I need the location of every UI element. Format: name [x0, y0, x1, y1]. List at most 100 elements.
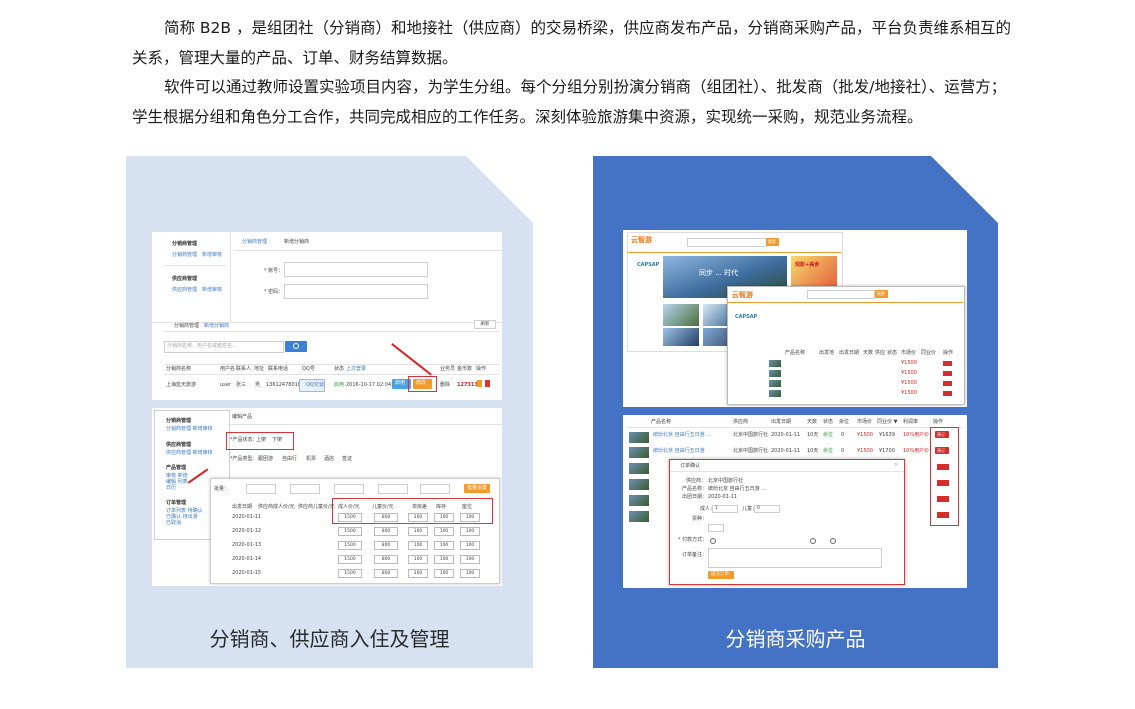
qq-chat-button[interactable]: QQ交谈	[299, 379, 325, 392]
seat-input[interactable]: 100	[460, 569, 480, 578]
stock-input[interactable]: 100	[434, 555, 454, 564]
list-header-price: 同业价	[921, 350, 937, 356]
cell-user: user	[220, 382, 231, 388]
delete-link[interactable]: 删除	[440, 382, 450, 389]
th-product: 产品名称	[651, 419, 672, 425]
subtab-distributor-manage[interactable]: 分销商管理	[174, 323, 199, 330]
product-thumb[interactable]	[663, 304, 699, 326]
book-button[interactable]	[943, 391, 952, 396]
type-option-4[interactable]: 酒店	[324, 456, 334, 463]
sidebar-link-supplier-manage[interactable]: 供应商管理	[172, 287, 197, 294]
product-thumb[interactable]	[663, 328, 699, 346]
list-header-status: 状态	[887, 350, 898, 356]
type-option-1[interactable]: 跟团游	[258, 456, 273, 463]
adult-price-input[interactable]: 1500	[338, 541, 362, 550]
storefront-search-input[interactable]	[687, 238, 767, 247]
submit-order-button[interactable]: 提交订单	[708, 571, 734, 579]
adult-count-input[interactable]: 1	[712, 505, 738, 513]
row-status: 余位	[823, 448, 834, 454]
password-input[interactable]	[284, 284, 428, 299]
promo-title: 观影+美食	[795, 262, 820, 268]
list-search-button[interactable]: 搜索	[875, 290, 888, 298]
seat-input[interactable]: 100	[460, 541, 480, 550]
single-room-input[interactable]: 100	[408, 527, 428, 536]
list-search-input[interactable]	[807, 290, 875, 299]
batch-seat-input[interactable]	[420, 484, 450, 494]
child-price-input[interactable]: 800	[374, 555, 398, 564]
col-header-last-login: 上次登录	[346, 366, 367, 372]
type-option-2[interactable]: 自由行	[282, 456, 297, 463]
edit-icon[interactable]	[477, 380, 482, 387]
col-header-actions: 操作	[476, 366, 487, 372]
single-room-input[interactable]: 100	[408, 541, 428, 550]
status-on-radio[interactable]: 上架	[256, 437, 266, 444]
single-room-input[interactable]: 100	[408, 513, 428, 522]
stock-input[interactable]: 100	[434, 569, 454, 578]
search-button[interactable]	[285, 341, 307, 352]
child-price-input[interactable]: 800	[374, 541, 398, 550]
distributor-search-input[interactable]: 分销商名称、用户名或者姓名...	[164, 341, 284, 353]
adult-price-input[interactable]: 1500	[338, 527, 362, 536]
adult-price-input[interactable]: 1500	[338, 555, 362, 564]
storefront-search-button[interactable]: 搜索	[766, 238, 779, 246]
type-option-5[interactable]: 签证	[342, 456, 352, 463]
list-header-ops: 操作	[943, 350, 954, 356]
stock-input[interactable]: 100	[434, 527, 454, 536]
sidebar-link-distributor-manage[interactable]: 分销商管理	[172, 252, 197, 259]
batch-set-button[interactable]: 批量设置	[464, 484, 490, 493]
trash-icon[interactable]	[485, 380, 490, 387]
account-input[interactable]	[284, 262, 428, 277]
seat-input[interactable]: 100	[460, 555, 480, 564]
side-link-c[interactable]: 审核 新增 编辑 列表 日历	[166, 473, 188, 491]
side-link-d[interactable]: 订单列表 待确认 已确认 待出游 已取消	[166, 508, 203, 526]
seat-input[interactable]: 100	[460, 513, 480, 522]
tab-edit-product[interactable]: 编辑产品	[232, 414, 252, 421]
col-header-phone: 联系电话	[268, 366, 289, 372]
book-button[interactable]	[943, 381, 952, 386]
side-link-a[interactable]: 分销商管理 新增审核	[166, 426, 213, 433]
adult-price-input[interactable]: 1500	[338, 569, 362, 578]
th-child: 儿童价/元	[372, 504, 394, 510]
child-price-input[interactable]: 800	[374, 569, 398, 578]
close-icon[interactable]: ×	[894, 462, 898, 469]
child-price-input[interactable]: 800	[374, 513, 398, 522]
list-price: ¥1500	[901, 390, 917, 396]
child-count-input[interactable]: 0	[754, 505, 780, 513]
row-product[interactable]: 缤纷北京 自由行五日游	[653, 448, 705, 455]
tab-distributor-manage[interactable]: 分销商管理	[242, 239, 267, 246]
type-option-3[interactable]: 机票	[306, 456, 316, 463]
status-off-radio[interactable]: 下架	[272, 437, 282, 444]
list-logo[interactable]: 云智游	[732, 291, 753, 300]
stock-input[interactable]: 100	[434, 541, 454, 550]
storefront-search-label: 搜索	[768, 239, 776, 244]
book-button[interactable]	[943, 361, 952, 366]
batch-adult-input[interactable]	[246, 484, 276, 494]
stock-input[interactable]: 100	[434, 513, 454, 522]
remark-textarea[interactable]	[708, 548, 882, 568]
tab-add-distributor[interactable]: 新增分销商	[284, 239, 309, 246]
side-link-b[interactable]: 供应商管理 新增审核	[166, 450, 213, 457]
sidebar-link-supplier-review[interactable]: 新增审核	[202, 287, 222, 294]
single-room-input[interactable]: 100	[408, 555, 428, 564]
ticket-type-input[interactable]	[708, 524, 724, 532]
row-rate: 10%用户价	[903, 432, 930, 438]
single-room-input[interactable]: 100	[408, 569, 428, 578]
book-button[interactable]	[943, 371, 952, 376]
pay-option-radio[interactable]	[810, 538, 816, 544]
sidebar-link-distributor-review[interactable]: 新增审核	[202, 252, 222, 259]
refresh-button[interactable]: 刷新	[474, 320, 496, 329]
adult-price-input[interactable]: 1500	[338, 513, 362, 522]
batch-single-input[interactable]	[334, 484, 364, 494]
row-date: 2020-01-15	[232, 570, 262, 576]
batch-child-input[interactable]	[290, 484, 320, 494]
date-label: 出团日期：	[682, 494, 708, 500]
seat-input[interactable]: 100	[460, 527, 480, 536]
row-product[interactable]: 缤纷北京 自由行五日游 ...	[653, 432, 711, 439]
batch-stock-input[interactable]	[378, 484, 408, 494]
pay-option-radio[interactable]	[830, 538, 836, 544]
child-price-input[interactable]: 800	[374, 527, 398, 536]
pay-option-radio[interactable]	[710, 538, 716, 544]
storefront-logo[interactable]: 云智游	[631, 236, 652, 245]
subtab-add-distributor[interactable]: 新增分销商	[204, 323, 229, 330]
screenshot-product-edit: 分销商管理 分销商管理 新增审核 供应商管理 供应商管理 新增审核 产品管理 审…	[152, 408, 502, 586]
